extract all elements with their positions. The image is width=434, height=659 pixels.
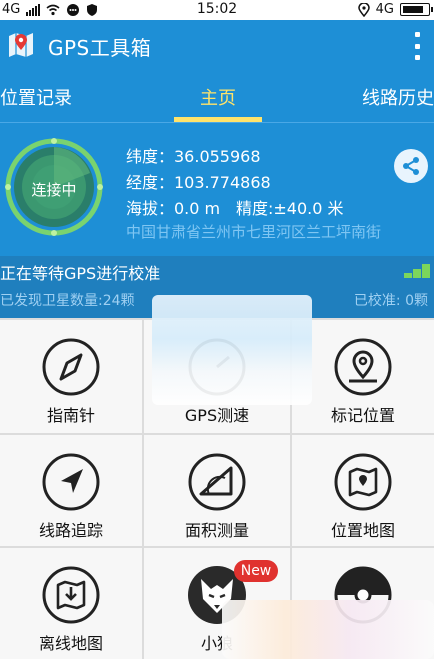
tool-label: 离线地图	[38, 634, 103, 653]
tab-home[interactable]: 主页	[200, 84, 236, 110]
tool-mark-location[interactable]: 标记位置	[292, 320, 434, 433]
tool-label: 线路追踪	[38, 521, 103, 540]
location-info-panel: 连接中 纬度：36.055968 经度：103.774868 海拔：0.0 m …	[0, 122, 434, 257]
location-icon	[357, 2, 370, 17]
map-pin-logo-icon	[9, 33, 33, 57]
tool-offline-map[interactable]: 离线地图	[0, 548, 142, 659]
tab-bar: 位置记录 主页 线路历史	[0, 70, 434, 122]
new-badge: New	[234, 560, 278, 582]
longitude: 经度：103.774868	[126, 173, 271, 192]
map-marker-icon	[334, 338, 392, 396]
calibrated-count: 已校准: 0颗	[353, 293, 428, 309]
app-bar: GPS工具箱	[0, 20, 434, 70]
blur-overlay-bottom	[222, 600, 434, 659]
battery-icon	[400, 3, 433, 16]
status-right: 4G	[357, 2, 433, 17]
offline-map-icon	[42, 566, 100, 624]
app-title: GPS工具箱	[48, 36, 152, 60]
map-location-icon	[334, 453, 392, 511]
more-vertical-icon[interactable]	[412, 32, 422, 60]
address: 中国甘肃省兰州市七里河区兰工坪南街	[126, 223, 382, 241]
gps-signal-icon	[404, 264, 430, 278]
status-bar: 4G 15:02 4G	[0, 0, 434, 20]
compass-icon	[42, 338, 100, 396]
satellite-count: 已发现卫星数量:24颗	[0, 293, 135, 309]
tool-label: 标记位置	[330, 406, 395, 425]
tab-route-history[interactable]: 线路历史	[362, 84, 434, 110]
tool-label: 位置地图	[330, 521, 395, 540]
accuracy: 精度:±40.0 米	[236, 199, 344, 218]
navigation-arrow-icon	[42, 453, 100, 511]
tool-compass[interactable]: 指南针	[0, 320, 142, 433]
tool-label: 面积测量	[184, 521, 249, 540]
tool-label: 指南针	[46, 406, 95, 425]
altitude: 海拔：0.0 m	[126, 199, 221, 218]
tab-location-records[interactable]: 位置记录	[0, 84, 72, 110]
connecting-label: 连接中	[31, 181, 77, 199]
tool-label: GPS测速	[184, 406, 250, 425]
share-button[interactable]	[394, 149, 428, 183]
tool-route-tracking[interactable]: 线路追踪	[0, 435, 142, 546]
latitude: 纬度：36.055968	[126, 147, 261, 166]
share-icon	[403, 157, 419, 175]
blur-overlay-top	[152, 295, 312, 405]
gps-waiting-text: 正在等待GPS进行校准	[0, 264, 161, 283]
tool-area-measure[interactable]: 面积测量	[144, 435, 290, 546]
protractor-icon	[188, 453, 246, 511]
network-type-right: 4G	[375, 2, 394, 17]
tool-location-map[interactable]: 位置地图	[292, 435, 434, 546]
